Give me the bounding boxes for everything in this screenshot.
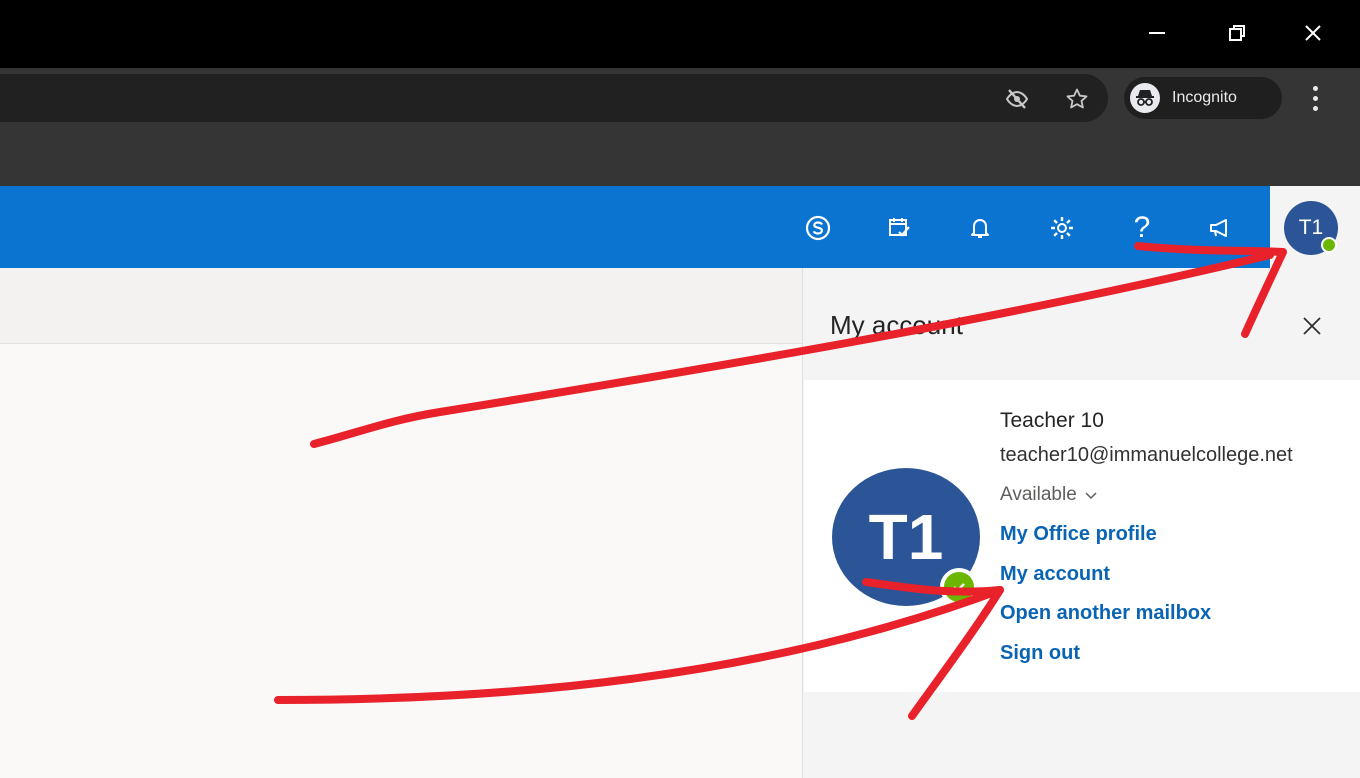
presence-available-icon — [1321, 237, 1337, 253]
close-icon — [1305, 25, 1321, 41]
my-day-button[interactable] — [880, 208, 920, 248]
eye-off-icon — [1005, 89, 1029, 109]
minimize-icon — [1149, 32, 1165, 34]
feedback-button[interactable] — [1200, 208, 1240, 248]
bell-icon — [971, 219, 989, 238]
address-bar[interactable] — [0, 74, 1108, 122]
megaphone-icon — [1210, 219, 1227, 237]
incognito-icon — [1130, 83, 1160, 113]
reading-pane — [0, 344, 806, 778]
restore-button[interactable] — [1214, 10, 1260, 56]
calendar-check-icon — [889, 218, 910, 237]
settings-button[interactable] — [1042, 208, 1082, 248]
skype-button[interactable] — [798, 208, 838, 248]
browser-tab-area — [0, 124, 1360, 186]
chevron-down-icon — [1085, 492, 1097, 500]
tracking-blocked-button[interactable] — [1002, 84, 1032, 114]
dot — [1312, 85, 1318, 91]
incognito-badge[interactable]: Incognito — [1124, 77, 1282, 119]
my-account-link[interactable]: My account — [1000, 563, 1110, 586]
profile-avatar-initials: T1 — [868, 501, 944, 573]
skype-icon — [805, 215, 831, 241]
my-office-profile-link[interactable]: My Office profile — [1000, 523, 1157, 546]
minimize-button[interactable] — [1134, 10, 1180, 56]
bookmark-star-button[interactable] — [1062, 84, 1092, 114]
close-icon — [1303, 317, 1321, 335]
sign-out-link[interactable]: Sign out — [1000, 642, 1080, 665]
notifications-button[interactable] — [960, 208, 1000, 248]
user-email: teacher10@immanuelcollege.net — [1000, 444, 1293, 466]
dot — [1312, 105, 1318, 111]
restore-icon — [1229, 25, 1245, 41]
check-icon — [953, 583, 965, 593]
close-window-button[interactable] — [1290, 10, 1336, 56]
panel-title: My account — [830, 310, 963, 340]
presence-status-dropdown[interactable]: Available — [1000, 484, 1099, 506]
presence-status-label: Available — [1000, 484, 1077, 505]
help-icon: ? — [1133, 211, 1151, 244]
incognito-label: Incognito — [1172, 89, 1237, 106]
star-icon — [1066, 88, 1088, 109]
help-button[interactable]: ? — [1122, 208, 1162, 248]
command-bar — [0, 268, 806, 344]
gear-icon — [1051, 217, 1073, 239]
user-display-name: Teacher 10 — [1000, 409, 1104, 432]
presence-available-icon — [940, 568, 978, 606]
close-panel-button[interactable] — [1296, 310, 1328, 342]
browser-menu-button[interactable] — [1300, 80, 1330, 116]
dot — [1312, 95, 1318, 101]
open-another-mailbox-link[interactable]: Open another mailbox — [1000, 602, 1211, 625]
avatar-initials: T1 — [1298, 216, 1324, 239]
